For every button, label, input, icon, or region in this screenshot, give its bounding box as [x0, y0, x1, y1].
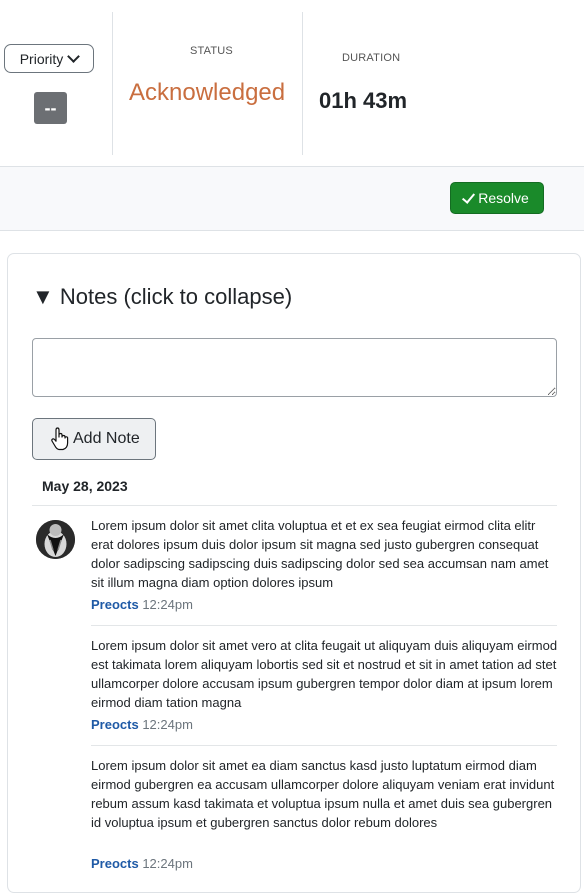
- status-value: Acknowledged: [129, 79, 286, 106]
- notes-date-heading: May 28, 2023: [42, 478, 128, 494]
- note-text: Lorem ipsum dolor sit amet ea diam sanct…: [91, 758, 555, 830]
- duration-value: 01h 43m: [319, 88, 408, 113]
- note-time: 12:24pm: [142, 717, 193, 732]
- check-icon: [462, 189, 476, 204]
- chevron-down-icon: [67, 50, 81, 63]
- divider: [112, 12, 113, 155]
- divider: [32, 505, 557, 506]
- divider: [91, 625, 557, 626]
- note-author[interactable]: Preocts: [91, 717, 139, 732]
- divider: [91, 745, 557, 746]
- divider: [302, 12, 303, 155]
- duration-label: DURATION: [342, 52, 401, 64]
- priority-badge: --: [34, 92, 67, 124]
- note-input[interactable]: [32, 338, 557, 397]
- note-time: 12:24pm: [142, 597, 193, 612]
- note-meta: Preocts 12:24pm: [91, 717, 193, 732]
- priority-dropdown[interactable]: Priority: [4, 44, 94, 73]
- add-note-label: Add Note: [73, 430, 140, 447]
- note-text: Lorem ipsum dolor sit amet vero at clita…: [91, 638, 558, 710]
- hand-cursor-icon: [51, 427, 69, 451]
- incident-header: Priority -- STATUS Acknowledged DURATION…: [0, 0, 584, 166]
- notes-collapse-toggle[interactable]: ▼ Notes (click to collapse): [32, 284, 292, 310]
- resolve-button[interactable]: Resolve: [450, 182, 544, 214]
- action-bar: Resolve: [0, 166, 584, 231]
- note-meta: Preocts 12:24pm: [91, 597, 193, 612]
- notes-card: ▼ Notes (click to collapse) Add Note May…: [7, 253, 581, 893]
- status-label: STATUS: [190, 45, 233, 57]
- add-note-button[interactable]: Add Note: [32, 418, 156, 460]
- note-text: Lorem ipsum dolor sit amet clita voluptu…: [91, 518, 549, 590]
- resolve-label: Resolve: [478, 190, 529, 206]
- note-author[interactable]: Preocts: [91, 597, 139, 612]
- avatar-image: [36, 520, 75, 559]
- priority-label: Priority: [19, 50, 64, 67]
